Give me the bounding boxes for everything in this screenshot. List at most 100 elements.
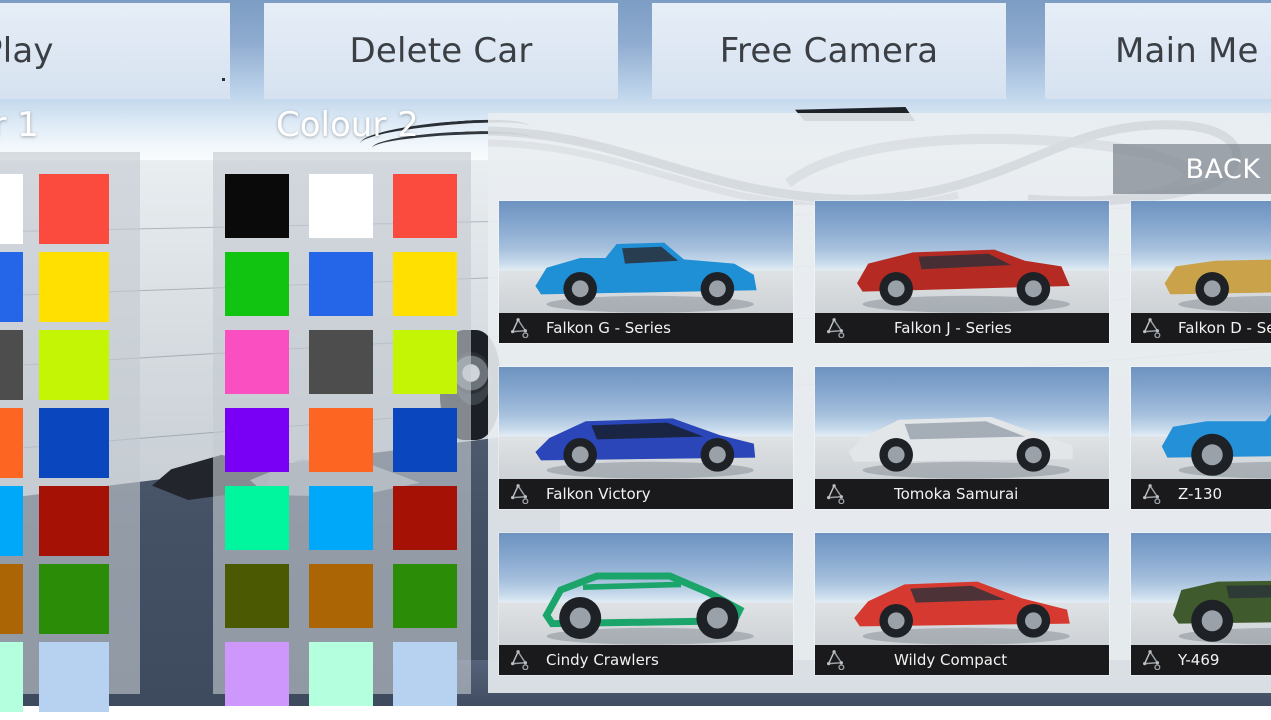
car-render (1131, 201, 1271, 314)
colour-swatch-sky-blue[interactable] (0, 486, 23, 556)
play-button[interactable]: Play (0, 3, 230, 99)
car-render (499, 367, 793, 480)
car-thumbnail (499, 201, 793, 314)
car-card[interactable]: Falkon D - Series (1131, 201, 1271, 343)
car-card[interactable]: Falkon Victory (499, 367, 793, 509)
car-thumbnail (1131, 367, 1271, 480)
colour-swatch-light-blue[interactable] (393, 642, 457, 706)
car-name: Falkon J - Series (894, 319, 1012, 337)
car-thumbnail (815, 533, 1109, 646)
car-card[interactable]: Falkon J - Series (815, 201, 1109, 343)
car-label-bar: Tomoka Samurai (815, 479, 1109, 509)
colour-swatch-mint[interactable] (309, 642, 373, 706)
back-button[interactable]: BACK (1113, 144, 1271, 194)
car-label-bar: Z-130 (1131, 479, 1271, 509)
colour-swatch-light-blue[interactable] (39, 642, 109, 712)
car-name: Y-469 (1178, 651, 1219, 669)
car-label-bar: Cindy Crawlers (499, 645, 793, 675)
car-render (499, 533, 793, 646)
colour-swatch-red[interactable] (393, 174, 457, 238)
mesh-icon (508, 650, 530, 670)
colour-swatch-royal-blue[interactable] (393, 408, 457, 472)
car-card[interactable]: Y-469 (1131, 533, 1271, 675)
mesh-icon (508, 484, 530, 504)
car-label-bar: Falkon G - Series (499, 313, 793, 343)
car-grid: Falkon G - Series Falkon J - Series (499, 201, 1271, 675)
colour-1-title: our 1 (0, 105, 39, 145)
colour-swatch-forest-green[interactable] (393, 564, 457, 628)
car-selection-panel: BACK Falkon G - Series (488, 113, 1271, 693)
car-render (1131, 367, 1271, 480)
colour-swatch-orange[interactable] (309, 408, 373, 472)
colour-swatch-forest-green[interactable] (39, 564, 109, 634)
delete-car-button[interactable]: Delete Car (264, 3, 618, 99)
colour-swatch-dark-grey[interactable] (0, 330, 23, 400)
colour-swatch-dark-red[interactable] (393, 486, 457, 550)
car-label-bar: Falkon J - Series (815, 313, 1109, 343)
car-render (815, 533, 1109, 646)
mouse-cursor (222, 78, 225, 81)
colour-swatch-pink[interactable] (225, 330, 289, 394)
car-label-bar: Falkon D - Series (1131, 313, 1271, 343)
colour-swatch-orange[interactable] (0, 408, 23, 478)
car-label-bar: Y-469 (1131, 645, 1271, 675)
colour-1-palette[interactable] (0, 152, 140, 694)
colour-swatch-yellow[interactable] (393, 252, 457, 316)
colour-swatch-red[interactable] (39, 174, 109, 244)
colour-swatch-green[interactable] (225, 252, 289, 316)
mesh-icon (1140, 318, 1162, 338)
car-name: Cindy Crawlers (546, 651, 659, 669)
mesh-icon (824, 484, 846, 504)
mesh-icon (1140, 650, 1162, 670)
car-thumbnail (1131, 201, 1271, 314)
car-card[interactable]: Wildy Compact (815, 533, 1109, 675)
colour-swatch-brown[interactable] (309, 564, 373, 628)
mesh-icon (824, 650, 846, 670)
car-card[interactable]: Tomoka Samurai (815, 367, 1109, 509)
colour-swatch-mint[interactable] (0, 642, 23, 712)
car-thumbnail (499, 533, 793, 646)
car-render (499, 201, 793, 314)
colour-swatch-yellow[interactable] (39, 252, 109, 322)
car-thumbnail (1131, 533, 1271, 646)
colour-swatch-blue[interactable] (309, 252, 373, 316)
colour-swatch-violet[interactable] (225, 408, 289, 472)
colour-swatch-light-violet[interactable] (225, 642, 289, 706)
car-name: Falkon G - Series (546, 319, 671, 337)
car-card[interactable]: Cindy Crawlers (499, 533, 793, 675)
car-name: Falkon Victory (546, 485, 651, 503)
car-card[interactable]: Falkon G - Series (499, 201, 793, 343)
main-menu-button[interactable]: Main Me (1045, 3, 1271, 99)
top-toolbar: Play Delete Car Free Camera Main Me (0, 0, 1271, 102)
car-name: Wildy Compact (894, 651, 1007, 669)
colour-swatch-olive[interactable] (225, 564, 289, 628)
car-thumbnail (815, 367, 1109, 480)
mesh-icon (1140, 484, 1162, 504)
car-card[interactable]: Z-130 (1131, 367, 1271, 509)
colour-swatch-royal-blue[interactable] (39, 408, 109, 478)
car-name: Z-130 (1178, 485, 1222, 503)
colour-swatch-spring-green[interactable] (225, 486, 289, 550)
colour-2-palette[interactable] (213, 152, 471, 694)
colour-swatch-white[interactable] (0, 174, 23, 244)
car-render (815, 201, 1109, 314)
car-label-bar: Wildy Compact (815, 645, 1109, 675)
colour-swatch-sky-blue[interactable] (309, 486, 373, 550)
colour-2-title: Colour 2 (276, 105, 419, 145)
colour-swatch-lime[interactable] (39, 330, 109, 400)
colour-swatch-white[interactable] (309, 174, 373, 238)
colour-swatch-lime[interactable] (393, 330, 457, 394)
colour-swatch-dark-red[interactable] (39, 486, 109, 556)
mesh-icon (508, 318, 530, 338)
colour-swatch-dark-grey[interactable] (309, 330, 373, 394)
car-render (1131, 533, 1271, 646)
colour-swatch-brown[interactable] (0, 564, 23, 634)
free-camera-button[interactable]: Free Camera (652, 3, 1006, 99)
car-name: Tomoka Samurai (894, 485, 1018, 503)
colour-swatch-blue[interactable] (0, 252, 23, 322)
car-thumbnail (499, 367, 793, 480)
car-name: Falkon D - Series (1178, 319, 1271, 337)
car-thumbnail (815, 201, 1109, 314)
colour-swatch-black[interactable] (225, 174, 289, 238)
car-label-bar: Falkon Victory (499, 479, 793, 509)
